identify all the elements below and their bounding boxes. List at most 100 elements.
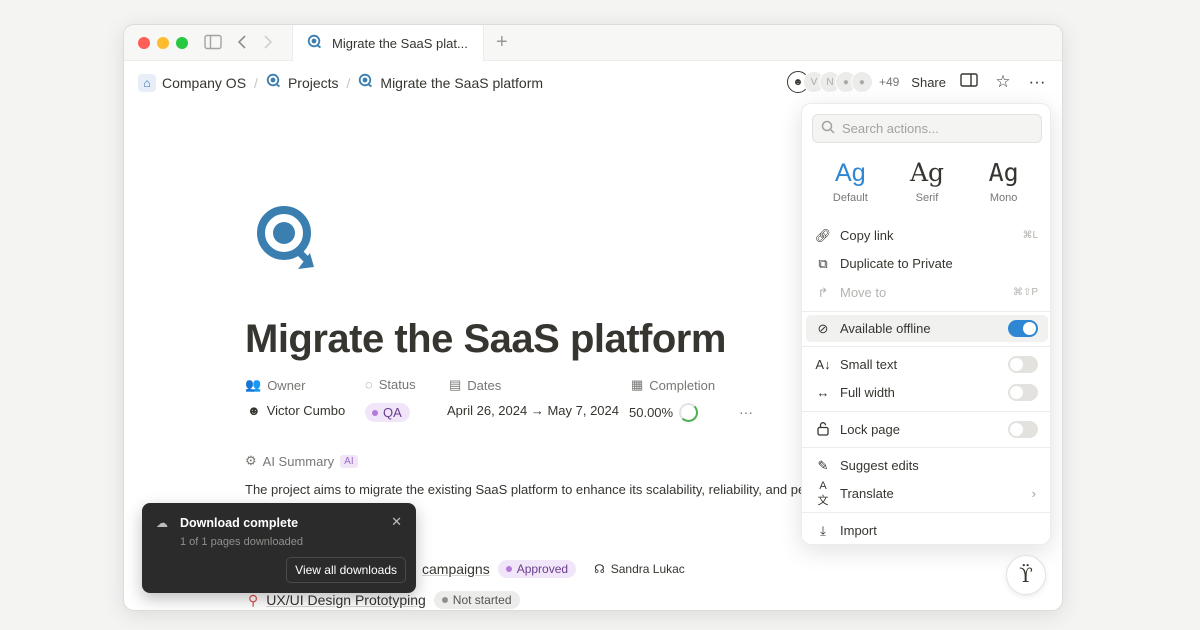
page-title[interactable]: Migrate the SaaS platform <box>245 317 726 362</box>
project-icon <box>266 73 282 92</box>
share-button[interactable]: Share <box>911 75 946 90</box>
chart-icon: ▦ <box>631 377 644 392</box>
forward-icon[interactable] <box>262 34 274 55</box>
status-label: ◌ Status <box>365 377 416 392</box>
font-default-option[interactable]: Ag Default <box>815 158 885 204</box>
page-actions-menu: Search actions... Ag Default Ag Serif Ag… <box>801 103 1051 545</box>
close-window-button[interactable] <box>138 37 150 49</box>
font-label: Default <box>832 192 868 204</box>
lock-page-toggle[interactable] <box>1008 421 1038 438</box>
browser-tab[interactable]: Migrate the SaaS plat... <box>292 25 484 61</box>
breadcrumb-label: Projects <box>287 74 339 91</box>
progress-ring <box>679 403 699 422</box>
font-serif-option[interactable]: Ag Serif <box>892 158 962 204</box>
menu-item-label: Full width <box>840 385 895 400</box>
small-text-toggle[interactable] <box>1008 356 1038 373</box>
divider <box>802 447 1050 448</box>
task-title[interactable]: UX/UI Design Prototyping <box>266 592 426 608</box>
completion-label: ▦ Completion <box>631 377 716 393</box>
dates-value[interactable]: April 26, 2024 → May 7, 2024 <box>447 403 619 418</box>
breadcrumb-separator: / <box>254 74 258 91</box>
minimize-window-button[interactable] <box>157 37 169 49</box>
close-icon[interactable]: ✕ <box>391 514 402 530</box>
view-all-downloads-button[interactable]: View all downloads <box>286 557 406 583</box>
shortcut: ⌘⇧P <box>1012 287 1038 298</box>
completion-property: ▦ Completion 50.00% <box>629 377 716 422</box>
breadcrumb-current-page[interactable]: Migrate the SaaS platform <box>358 73 543 92</box>
calendar-icon: ▤ <box>449 377 462 392</box>
search-icon <box>821 120 835 137</box>
move-to-item[interactable]: ↱ Move to ⌘⇧P <box>806 279 1048 306</box>
menu-item-label: Lock page <box>840 422 900 437</box>
suggest-edit-icon: ✎ <box>817 457 829 473</box>
avatar: ● <box>850 71 873 93</box>
sidebar-toggle-icon[interactable] <box>204 34 222 55</box>
move-arrow-icon: ↱ <box>817 284 829 300</box>
menu-item-label: Import <box>840 523 877 538</box>
divider <box>802 311 1050 312</box>
avatar: ☻ <box>247 403 261 418</box>
font-mono-option[interactable]: Ag Mono <box>969 158 1039 204</box>
more-properties-icon[interactable]: ··· <box>739 404 753 420</box>
small-text-icon: A↓ <box>815 357 831 372</box>
menu-item-label: Available offline <box>840 321 931 336</box>
tab-title: Migrate the SaaS plat... <box>332 35 468 51</box>
more-icon[interactable]: ··· <box>1026 72 1048 92</box>
page-icon[interactable] <box>252 203 318 275</box>
breadcrumb-label: Company OS <box>162 74 247 91</box>
duplicate-to-private-item[interactable]: ⧉ Duplicate to Private <box>806 250 1048 277</box>
toast-subtitle: 1 of 1 pages downloaded <box>180 536 303 548</box>
help-icon[interactable]: ϔ <box>1006 555 1046 595</box>
breadcrumb-separator: / <box>346 74 351 91</box>
task-row[interactable]: campaigns Approved ☊ Sandra Lukac <box>422 560 685 578</box>
shortcut: ⌘L <box>1022 230 1038 241</box>
owner-property: 👥 Owner ☻ Victor Cumbo <box>245 377 345 418</box>
owner-value[interactable]: ☻ Victor Cumbo <box>247 403 345 418</box>
menu-item-label: Duplicate to Private <box>840 256 953 271</box>
available-offline-item[interactable]: ⊘ Available offline <box>806 315 1048 342</box>
title-bar: Migrate the SaaS plat... + <box>124 25 1062 61</box>
breadcrumb-projects[interactable]: Projects <box>266 73 339 92</box>
width-arrows-icon: ↔ <box>816 385 830 400</box>
small-text-item[interactable]: A↓ Small text <box>806 351 1048 378</box>
ai-summary-label: ⚙ AI Summary AI <box>245 453 358 469</box>
copy-link-item[interactable]: 🔗︎ Copy link ⌘L <box>806 222 1048 249</box>
back-icon[interactable] <box>236 34 248 55</box>
lock-page-item[interactable]: Lock page <box>806 416 1048 443</box>
suggest-edits-item[interactable]: ✎ Suggest edits <box>806 452 1048 479</box>
collaborator-avatars[interactable]: ☻ V N ● ● +49 <box>786 71 899 93</box>
download-toast: ☁ Download complete 1 of 1 pages downloa… <box>142 503 416 593</box>
avatar: ☊ <box>594 562 605 576</box>
status-badge: Approved <box>497 560 577 578</box>
task-row[interactable]: ⚲ UX/UI Design Prototyping Not started <box>248 591 520 609</box>
maximize-window-button[interactable] <box>176 37 188 49</box>
browser-window: Migrate the SaaS plat... + ⌂ Company OS … <box>123 24 1063 611</box>
check-circle-icon: ⊘ <box>817 320 829 336</box>
breadcrumb-company-os[interactable]: ⌂ Company OS <box>138 73 247 92</box>
task-title[interactable]: campaigns <box>422 561 490 577</box>
import-icon: ⤓ <box>820 522 826 538</box>
font-sample: Ag <box>909 158 945 187</box>
translate-item[interactable]: A文 Translate › <box>806 480 1048 507</box>
divider <box>802 346 1050 347</box>
status-value[interactable]: QA <box>365 403 410 422</box>
search-placeholder: Search actions... <box>842 121 939 136</box>
breadcrumb-label: Migrate the SaaS platform <box>380 74 544 91</box>
full-width-item[interactable]: ↔ Full width <box>806 379 1048 406</box>
panel-icon[interactable] <box>958 72 980 92</box>
search-actions-input[interactable]: Search actions... <box>812 114 1042 143</box>
people-icon: 👥 <box>245 377 262 392</box>
font-sample: Ag <box>988 158 1019 187</box>
ai-summary-text[interactable]: The project aims to migrate the existing… <box>245 482 805 497</box>
status-icon: ◌ <box>365 377 373 392</box>
breadcrumb: ⌂ Company OS / Projects / Migrate the Sa… <box>138 73 543 92</box>
star-icon[interactable]: ☆ <box>992 72 1014 92</box>
link-icon: 🔗︎ <box>814 227 832 243</box>
home-icon: ⌂ <box>138 73 156 92</box>
completion-value[interactable]: 50.00% <box>629 403 699 422</box>
plus-icon[interactable]: + <box>496 31 508 54</box>
full-width-toggle[interactable] <box>1008 384 1038 401</box>
available-offline-toggle[interactable] <box>1008 320 1038 337</box>
import-item[interactable]: ⤓ Import <box>806 517 1048 544</box>
font-label: Mono <box>989 192 1018 204</box>
